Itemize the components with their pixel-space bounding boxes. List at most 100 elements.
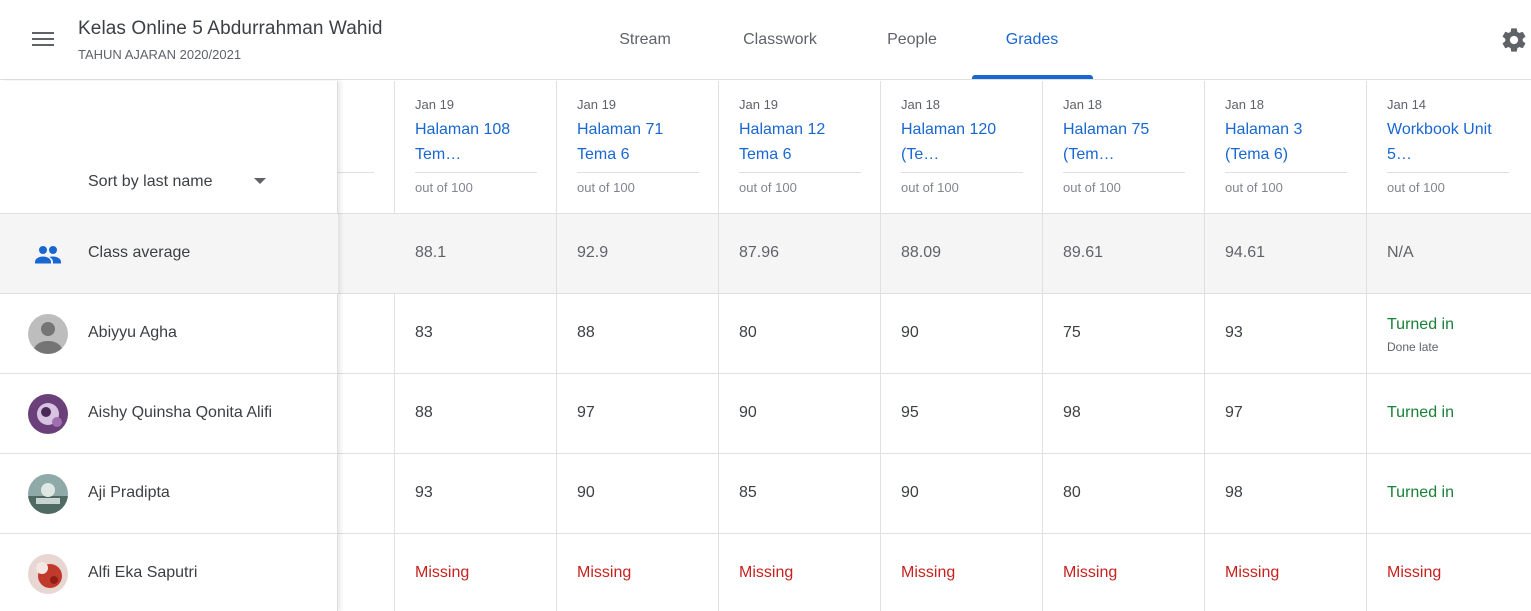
grade-cell[interactable]: 88 [395, 373, 557, 453]
average-value: 94.61 [1225, 244, 1266, 261]
grade-cell[interactable]: Missing [557, 533, 719, 611]
tab-stream[interactable]: Stream [605, 0, 685, 80]
grade-cell[interactable]: 97 [1205, 373, 1367, 453]
grade-value: 95 [901, 404, 919, 421]
grade-cell[interactable]: 98 [1205, 453, 1367, 533]
gear-icon[interactable] [1500, 26, 1528, 54]
grades-grid: Jan 19 Halaman 108 Tem… out of 100 Jan 1… [338, 81, 1531, 611]
turned-in-status: Turned in [1387, 404, 1454, 421]
divider [1225, 172, 1347, 173]
grade-cell[interactable]: Missing [1367, 533, 1531, 611]
assignment-date: Jan 18 [1063, 97, 1103, 112]
assignment-title[interactable]: Halaman 3 (Tema 6) [1225, 117, 1350, 167]
tab-classwork[interactable]: Classwork [724, 0, 836, 80]
assignment-title[interactable]: Halaman 75 (Tem… [1063, 117, 1188, 167]
student-row[interactable]: Aishy Quinsha Qonita Alifi [0, 373, 338, 453]
grade-cell[interactable]: 95 [881, 373, 1043, 453]
done-late-note: Done late [1387, 340, 1439, 354]
assignment-header[interactable]: Jan 18 Halaman 120 (Te… out of 100 [881, 81, 1043, 213]
grade-cell[interactable]: 90 [557, 453, 719, 533]
missing-status: Missing [739, 564, 794, 581]
student-name[interactable]: Abiyyu Agha [88, 324, 177, 342]
assignment-title[interactable]: Workbook Unit 5… [1387, 117, 1512, 167]
grade-value: 88 [577, 324, 595, 341]
grade-cell[interactable]: Turned in [1367, 453, 1531, 533]
grade-cell[interactable]: 75 [1043, 293, 1205, 373]
student-row[interactable]: Alfi Eka Saputri [0, 533, 338, 611]
divider [338, 172, 374, 173]
spacer-cell [338, 453, 395, 533]
assignment-header[interactable]: Jan 18 Halaman 3 (Tema 6) out of 100 [1205, 81, 1367, 213]
person-icon [28, 314, 68, 354]
missing-status: Missing [901, 564, 956, 581]
missing-status: Missing [577, 564, 632, 581]
assignment-title[interactable]: Halaman 120 (Te… [901, 117, 1026, 167]
grade-cell[interactable]: Missing [1205, 533, 1367, 611]
assignment-title[interactable]: Halaman 12 Tema 6 [739, 117, 864, 167]
grade-cell[interactable]: Missing [719, 533, 881, 611]
assignment-title[interactable]: Halaman 71 Tema 6 [577, 117, 702, 167]
tab-grades[interactable]: Grades [990, 0, 1074, 80]
class-average-label: Class average [88, 244, 191, 261]
grade-value: 90 [901, 484, 919, 501]
divider [1063, 172, 1185, 173]
divider [415, 172, 537, 173]
grade-value: 93 [415, 484, 433, 501]
active-tab-indicator [972, 75, 1093, 79]
tab-people[interactable]: People [870, 0, 954, 80]
grade-cell[interactable]: 80 [1043, 453, 1205, 533]
grade-value: 85 [739, 484, 757, 501]
average-value: 92.9 [577, 244, 609, 261]
grade-value: 88 [415, 404, 433, 421]
student-name[interactable]: Aji Pradipta [88, 484, 170, 502]
grade-cell[interactable]: Turned in Done late [1367, 293, 1531, 373]
chevron-down-icon[interactable] [254, 178, 266, 184]
grade-cell[interactable]: 83 [395, 293, 557, 373]
assignment-date: Jan 14 [1387, 97, 1427, 112]
grid-spacer-column [338, 81, 395, 611]
divider [739, 172, 861, 173]
grade-cell[interactable]: 98 [1043, 373, 1205, 453]
assignment-title[interactable]: Halaman 108 Tem… [415, 117, 540, 167]
average-cell: 92.9 [557, 213, 719, 293]
grade-cell[interactable]: 88 [557, 293, 719, 373]
student-name[interactable]: Aishy Quinsha Qonita Alifi [88, 404, 272, 422]
grade-cell[interactable]: 90 [881, 293, 1043, 373]
grade-cell[interactable]: Turned in [1367, 373, 1531, 453]
assignment-header[interactable]: Jan 19 Halaman 108 Tem… out of 100 [395, 81, 557, 213]
average-cell: 87.96 [719, 213, 881, 293]
grade-cell[interactable]: Missing [1043, 533, 1205, 611]
assignment-header[interactable]: Jan 14 Workbook Unit 5… out of 100 [1367, 81, 1531, 213]
grade-cell[interactable]: Missing [881, 533, 1043, 611]
grade-cell[interactable]: 90 [719, 373, 881, 453]
avatar [28, 474, 68, 514]
divider [1387, 172, 1509, 173]
average-value: 88.09 [901, 244, 942, 261]
divider [577, 172, 699, 173]
spacer-cell [338, 213, 395, 293]
top-app-bar: Kelas Online 5 Abdurrahman Wahid TAHUN A… [0, 0, 1531, 80]
sort-dropdown[interactable]: Sort by last name [88, 173, 213, 191]
grade-value: 75 [1063, 324, 1081, 341]
assignment-date: Jan 19 [415, 97, 455, 112]
people-icon [35, 246, 61, 264]
divider [901, 172, 1023, 173]
missing-status: Missing [1225, 564, 1280, 581]
grade-cell[interactable]: 80 [719, 293, 881, 373]
grade-cell[interactable]: 93 [395, 453, 557, 533]
assignment-points: out of 100 [1063, 180, 1121, 195]
student-name[interactable]: Alfi Eka Saputri [88, 564, 197, 582]
grade-value: 90 [739, 404, 757, 421]
grade-cell[interactable]: 85 [719, 453, 881, 533]
assignment-header[interactable]: Jan 19 Halaman 12 Tema 6 out of 100 [719, 81, 881, 213]
missing-status: Missing [1387, 564, 1442, 581]
grade-cell[interactable]: 97 [557, 373, 719, 453]
grade-cell[interactable]: 93 [1205, 293, 1367, 373]
student-row[interactable]: Abiyyu Agha [0, 293, 338, 373]
assignment-header[interactable]: Jan 19 Halaman 71 Tema 6 out of 100 [557, 81, 719, 213]
grade-cell[interactable]: 90 [881, 453, 1043, 533]
assignment-header[interactable]: Jan 18 Halaman 75 (Tem… out of 100 [1043, 81, 1205, 213]
student-column: Sort by last name Class average Abiyyu A… [0, 81, 338, 611]
student-row[interactable]: Aji Pradipta [0, 453, 338, 533]
grade-cell[interactable]: Missing [395, 533, 557, 611]
